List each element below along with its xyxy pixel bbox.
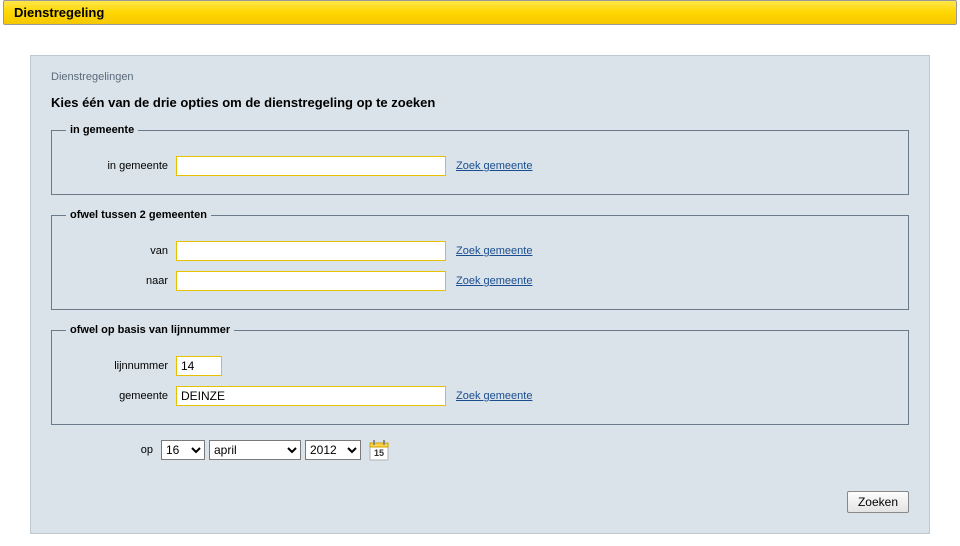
input-in-gemeente[interactable] bbox=[176, 156, 446, 176]
select-day[interactable]: 16 bbox=[161, 440, 205, 460]
link-zoek-gemeente-1[interactable]: Zoek gemeente bbox=[456, 160, 532, 172]
row-in-gemeente: in gemeente Zoek gemeente bbox=[66, 156, 894, 176]
select-month[interactable]: april bbox=[209, 440, 301, 460]
main-panel: Dienstregelingen Kies één van de drie op… bbox=[30, 55, 930, 534]
legend-lijnnummer: ofwel op basis van lijnnummer bbox=[66, 324, 234, 336]
label-in-gemeente: in gemeente bbox=[66, 160, 176, 172]
label-op: op bbox=[51, 444, 161, 456]
link-zoek-gemeente-naar[interactable]: Zoek gemeente bbox=[456, 275, 532, 287]
input-van[interactable] bbox=[176, 241, 446, 261]
row-lijnnummer: lijnnummer bbox=[66, 356, 894, 376]
label-naar: naar bbox=[66, 275, 176, 287]
fieldset-tussen-gemeenten: ofwel tussen 2 gemeenten van Zoek gemeen… bbox=[51, 209, 909, 310]
calendar-icon[interactable]: 15 bbox=[369, 439, 389, 461]
input-naar[interactable] bbox=[176, 271, 446, 291]
legend-in-gemeente: in gemeente bbox=[66, 124, 138, 136]
header-bar: Dienstregeling bbox=[3, 0, 957, 25]
label-lijnnummer: lijnnummer bbox=[66, 360, 176, 372]
page-title: Dienstregeling bbox=[14, 5, 104, 20]
link-zoek-gemeente-van[interactable]: Zoek gemeente bbox=[456, 245, 532, 257]
instruction-text: Kies één van de drie opties om de dienst… bbox=[51, 95, 909, 110]
row-naar: naar Zoek gemeente bbox=[66, 271, 894, 291]
button-row: Zoeken bbox=[51, 491, 909, 513]
zoeken-button[interactable]: Zoeken bbox=[847, 491, 909, 513]
link-zoek-gemeente-lijn[interactable]: Zoek gemeente bbox=[456, 390, 532, 402]
label-van: van bbox=[66, 245, 176, 257]
row-gemeente-lijn: gemeente Zoek gemeente bbox=[66, 386, 894, 406]
label-gemeente-lijn: gemeente bbox=[66, 390, 176, 402]
breadcrumb: Dienstregelingen bbox=[51, 71, 909, 83]
select-year[interactable]: 2012 bbox=[305, 440, 361, 460]
legend-tussen-gemeenten: ofwel tussen 2 gemeenten bbox=[66, 209, 211, 221]
svg-text:15: 15 bbox=[374, 448, 384, 458]
date-row: op 16 april 2012 15 bbox=[51, 439, 909, 461]
row-van: van Zoek gemeente bbox=[66, 241, 894, 261]
fieldset-in-gemeente: in gemeente in gemeente Zoek gemeente bbox=[51, 124, 909, 195]
input-gemeente-lijn[interactable] bbox=[176, 386, 446, 406]
fieldset-lijnnummer: ofwel op basis van lijnnummer lijnnummer… bbox=[51, 324, 909, 425]
input-lijnnummer[interactable] bbox=[176, 356, 222, 376]
